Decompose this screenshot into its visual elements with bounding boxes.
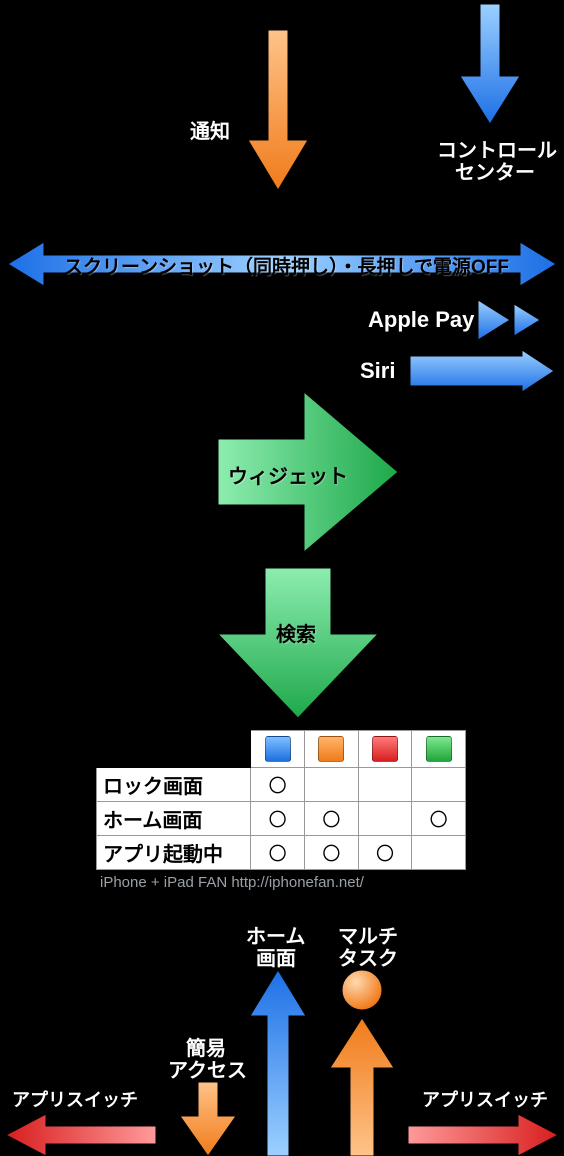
multitask-ball-icon	[340, 968, 384, 1012]
cell-0-3	[412, 768, 466, 802]
gesture-table: ロック画面 〇 ホーム画面 〇 〇 〇 アプリ起動中 〇 〇 〇 iPhone	[96, 730, 466, 891]
easy-label-2: アクセス	[168, 1054, 247, 1083]
cell-0-2	[358, 768, 412, 802]
col-blue-icon	[265, 736, 291, 762]
app-switch-left-label: アプリスイッチ	[12, 1086, 138, 1112]
col-red-icon	[372, 736, 398, 762]
diagram-stage: 通知 コントロール センター スクリーンショット（同時押し）・長押しで電源OFF…	[0, 0, 564, 1156]
control-center-arrow-icon	[460, 4, 520, 124]
home-up-arrow-icon	[250, 970, 306, 1156]
app-switch-right-label: アプリスイッチ	[422, 1086, 548, 1112]
cell-1-1: 〇	[304, 802, 358, 836]
row-app: アプリ起動中	[97, 836, 251, 870]
screenshot-bar-label: スクリーンショット（同時押し）・長押しで電源OFF	[64, 252, 500, 279]
multi-label-2: タスク	[338, 942, 398, 971]
col-green-icon	[426, 736, 452, 762]
cell-1-0: 〇	[251, 802, 305, 836]
multitask-up-arrow-icon	[330, 1018, 394, 1156]
cell-2-0: 〇	[251, 836, 305, 870]
attribution-text: iPhone + iPad FAN http://iphonefan.net/	[96, 874, 466, 891]
widget-label: ウィジェット	[228, 460, 348, 489]
siri-arrow-icon	[410, 350, 554, 392]
easy-access-arrow-icon	[180, 1082, 236, 1156]
apple-pay-label: Apple Pay	[368, 307, 474, 333]
cell-1-2	[358, 802, 412, 836]
notify-arrow-icon	[248, 30, 308, 190]
cell-0-1	[304, 768, 358, 802]
search-label: 検索	[276, 618, 316, 647]
col-orange-icon	[318, 736, 344, 762]
row-home: ホーム画面	[97, 802, 251, 836]
cell-2-1: 〇	[304, 836, 358, 870]
apple-pay-arrow-icon	[478, 300, 550, 340]
cell-2-3	[412, 836, 466, 870]
siri-label: Siri	[360, 358, 395, 384]
app-switch-left-arrow-icon	[6, 1114, 156, 1156]
cell-2-2: 〇	[358, 836, 412, 870]
control-center-label-2: センター	[455, 156, 535, 185]
app-switch-right-arrow-icon	[408, 1114, 558, 1156]
cell-1-3: 〇	[412, 802, 466, 836]
home-label-2: 画面	[256, 942, 296, 971]
notify-label: 通知	[190, 115, 230, 144]
row-lock: ロック画面	[97, 768, 251, 802]
cell-0-0: 〇	[251, 768, 305, 802]
